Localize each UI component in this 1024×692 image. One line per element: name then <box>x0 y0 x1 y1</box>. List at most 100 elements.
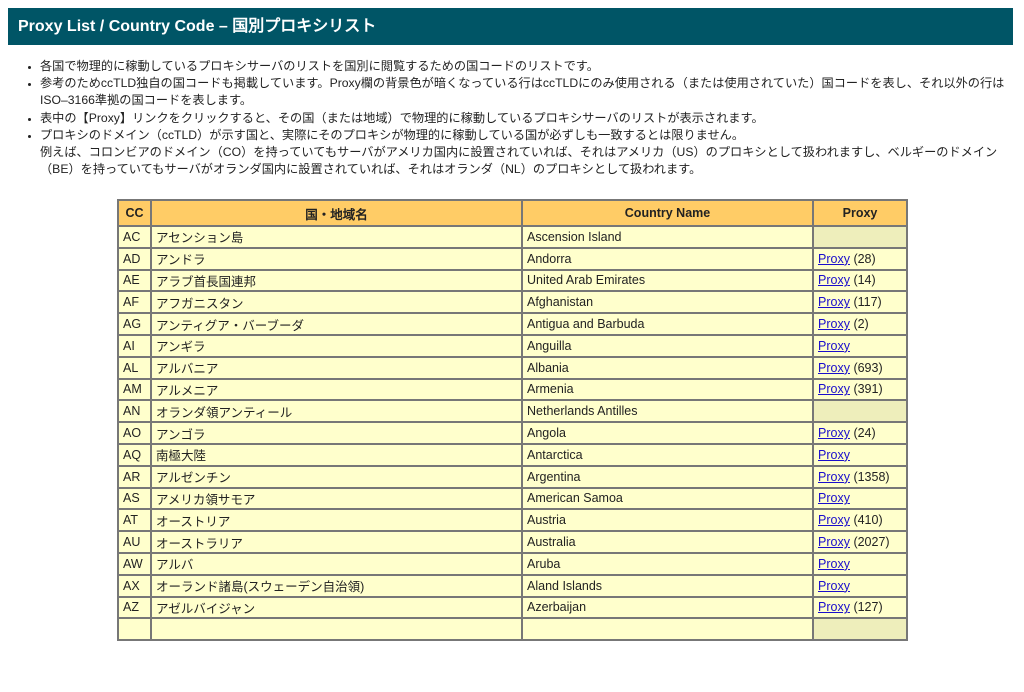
cell-country-name: Australia <box>521 530 814 554</box>
cell-country-code: AS <box>117 486 152 511</box>
cell-country-name: Armenia <box>521 377 814 402</box>
table-row: AE アラブ首長国連邦 United Arab Emirates Proxy (14) <box>117 268 908 293</box>
cell-country-name: Anguilla <box>521 333 814 358</box>
proxy-count: (24) <box>853 426 876 441</box>
cell-country-name: Afghanistan <box>521 290 814 315</box>
cell-country-code: AD <box>117 246 152 271</box>
cell-country-code: AW <box>117 551 152 576</box>
cell-proxy: Proxy <box>812 551 908 576</box>
cell-jp-name: 南極大陸 <box>150 442 523 467</box>
proxy-link[interactable]: Proxy <box>818 557 850 571</box>
cell-jp-name: アンドラ <box>150 246 523 271</box>
cell-proxy: Proxy (2027) <box>812 530 908 554</box>
table-row: AM アルメニア Armenia Proxy (391) <box>117 377 908 402</box>
page-title-text: Proxy List / Country Code – 国別プロキシリスト <box>18 18 377 35</box>
note-item: 各国で物理的に稼動しているプロキシサーバのリストを国別に閲覧するための国コードの… <box>40 58 1024 75</box>
cell-proxy: Proxy (28) <box>812 246 908 271</box>
cell-country-name: Ascension Island <box>521 225 814 249</box>
proxy-link[interactable]: Proxy <box>818 339 850 353</box>
proxy-link[interactable]: Proxy <box>818 252 850 266</box>
cell-proxy: Proxy (24) <box>812 421 908 445</box>
page-title: Proxy List / Country Code – 国別プロキシリスト <box>8 8 1013 45</box>
cell-proxy: Proxy (127) <box>812 595 908 620</box>
cell-country-name <box>521 617 814 642</box>
table-row: AN オランダ領アンティール Netherlands Antilles <box>117 399 908 424</box>
cell-country-name: Antarctica <box>521 442 814 467</box>
proxy-link[interactable]: Proxy <box>818 295 850 309</box>
note-item: 表中の【Proxy】リンクをクリックすると、その国（または地域）で物理的に稼動し… <box>40 110 1024 127</box>
cell-proxy: Proxy (693) <box>812 355 908 380</box>
cell-jp-name: アンゴラ <box>150 421 523 445</box>
cell-jp-name <box>150 617 523 642</box>
cell-jp-name: アルメニア <box>150 377 523 402</box>
proxy-link[interactable]: Proxy <box>818 448 850 462</box>
proxy-link[interactable]: Proxy <box>818 470 850 484</box>
proxy-link[interactable]: Proxy <box>818 535 850 549</box>
table-row: AX オーランド諸島(スウェーデン自治領) Aland Islands Proxy <box>117 573 908 598</box>
cell-country-name: Albania <box>521 355 814 380</box>
cell-proxy: Proxy <box>812 333 908 358</box>
cell-country-name: American Samoa <box>521 486 814 511</box>
proxy-count: (117) <box>853 295 882 310</box>
cell-country-name: Angola <box>521 421 814 445</box>
cell-proxy <box>812 399 908 424</box>
cell-proxy: Proxy <box>812 486 908 511</box>
cell-country-code: AG <box>117 312 152 336</box>
cell-country-name: Andorra <box>521 246 814 271</box>
table-row: AQ 南極大陸 Antarctica Proxy <box>117 442 908 467</box>
cell-proxy: Proxy (117) <box>812 290 908 315</box>
cell-proxy: Proxy (1358) <box>812 464 908 489</box>
cell-country-name: Antigua and Barbuda <box>521 312 814 336</box>
cell-country-code: AN <box>117 399 152 424</box>
cell-country-code: AQ <box>117 442 152 467</box>
table-body: AC アセンション島 Ascension Island AD アンドラ Andorra Pr… <box>117 225 908 642</box>
cell-country-name: Austria <box>521 508 814 533</box>
cell-country-code: AR <box>117 464 152 489</box>
proxy-link[interactable]: Proxy <box>818 513 850 527</box>
table-row: AT オーストリア Austria Proxy (410) <box>117 508 908 533</box>
cell-country-code: AM <box>117 377 152 402</box>
cell-jp-name: アゼルバイジャン <box>150 595 523 620</box>
cell-country-code: AX <box>117 573 152 598</box>
table-row: AW アルバ Aruba Proxy <box>117 551 908 576</box>
cell-country-code: AF <box>117 290 152 315</box>
proxy-count: (693) <box>853 360 883 375</box>
cell-proxy: Proxy (2) <box>812 312 908 336</box>
proxy-link[interactable]: Proxy <box>818 317 850 331</box>
cell-country-name: United Arab Emirates <box>521 268 814 293</box>
cell-jp-name: アンギラ <box>150 333 523 358</box>
cell-country-name: Aland Islands <box>521 573 814 598</box>
cell-country-code: AI <box>117 333 152 358</box>
table-row: AD アンドラ Andorra Proxy (28) <box>117 246 908 271</box>
proxy-link[interactable]: Proxy <box>818 579 850 593</box>
cell-country-code: AU <box>117 530 152 554</box>
proxy-count: (2) <box>853 317 869 332</box>
proxy-link[interactable]: Proxy <box>818 426 850 440</box>
table-row: AU オーストラリア Australia Proxy (2027) <box>117 530 908 554</box>
column-header-proxy: Proxy <box>812 199 908 227</box>
column-header-jp-name: 国・地域名 <box>150 199 523 227</box>
cell-proxy <box>812 617 908 642</box>
proxy-link[interactable]: Proxy <box>818 382 850 396</box>
cell-jp-name: オーストラリア <box>150 530 523 554</box>
notes-list: 各国で物理的に稼動しているプロキシサーバのリストを国別に閲覧するための国コードの… <box>22 58 1024 178</box>
cell-jp-name: アルバニア <box>150 355 523 380</box>
cell-proxy <box>812 225 908 249</box>
column-header-cc: CC <box>117 199 152 227</box>
proxy-link[interactable]: Proxy <box>818 491 850 505</box>
cell-country-code: AT <box>117 508 152 533</box>
cell-country-code: AO <box>117 421 152 445</box>
proxy-count: (127) <box>853 600 883 615</box>
cell-jp-name: アルゼンチン <box>150 464 523 489</box>
cell-jp-name: アンティグア・バーブーダ <box>150 312 523 336</box>
cell-country-name: Azerbaijan <box>521 595 814 620</box>
table-row: AL アルバニア Albania Proxy (693) <box>117 355 908 380</box>
proxy-link[interactable]: Proxy <box>818 600 850 614</box>
table-row: AO アンゴラ Angola Proxy (24) <box>117 421 908 445</box>
cell-proxy: Proxy (14) <box>812 268 908 293</box>
cell-proxy: Proxy (410) <box>812 508 908 533</box>
proxy-link[interactable]: Proxy <box>818 361 850 375</box>
column-header-country-name: Country Name <box>521 199 814 227</box>
proxy-link[interactable]: Proxy <box>818 273 850 287</box>
note-text: 各国で物理的に稼動しているプロキシサーバのリストを国別に閲覧するための国コードの… <box>40 59 599 73</box>
